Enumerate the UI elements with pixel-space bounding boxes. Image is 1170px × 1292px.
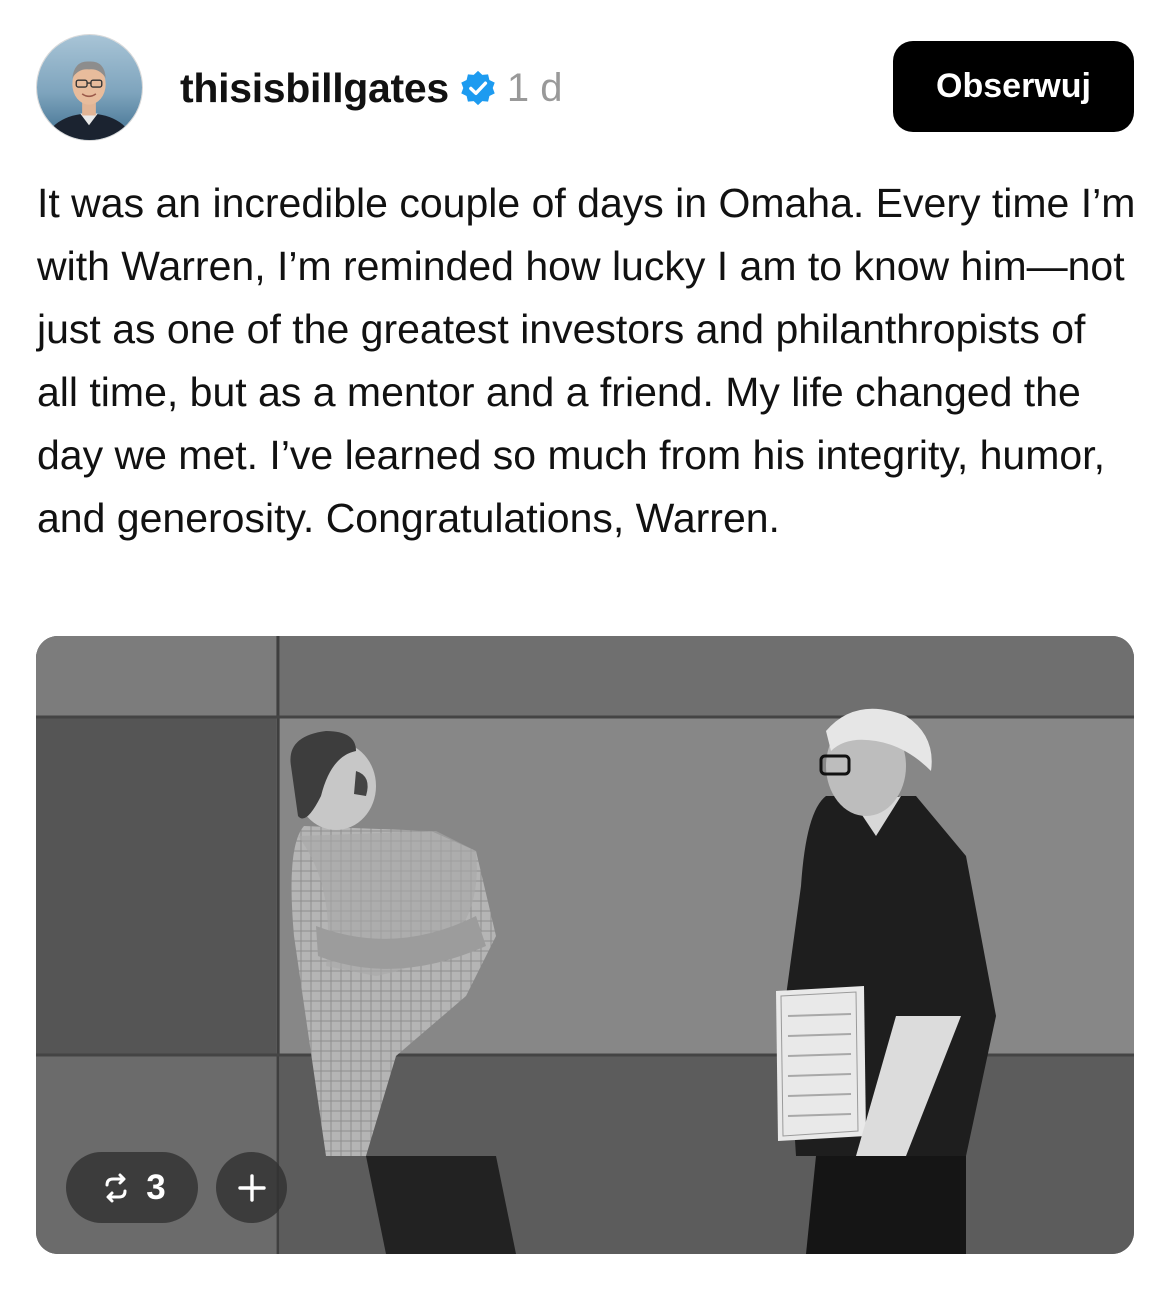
author-row: thisisbillgates 1 d: [180, 62, 563, 114]
repost-count-chip[interactable]: 3: [66, 1152, 198, 1223]
avatar-image: [37, 35, 142, 140]
username[interactable]: thisisbillgates: [180, 65, 449, 112]
post-time: 1 d: [506, 65, 563, 110]
plus-icon: [237, 1173, 266, 1202]
post-header: thisisbillgates 1 d Obserwuj: [0, 0, 1170, 150]
add-button[interactable]: [216, 1152, 287, 1223]
follow-button[interactable]: Obserwuj: [893, 41, 1134, 132]
repost-count: 3: [146, 1167, 166, 1207]
verified-badge-icon: [461, 70, 495, 106]
repost-icon: [105, 1173, 127, 1202]
post-photo[interactable]: [36, 636, 1134, 1254]
photo-image: [36, 636, 1134, 1254]
post-text: It was an incredible couple of days in O…: [37, 180, 1147, 541]
avatar[interactable]: [36, 34, 143, 141]
